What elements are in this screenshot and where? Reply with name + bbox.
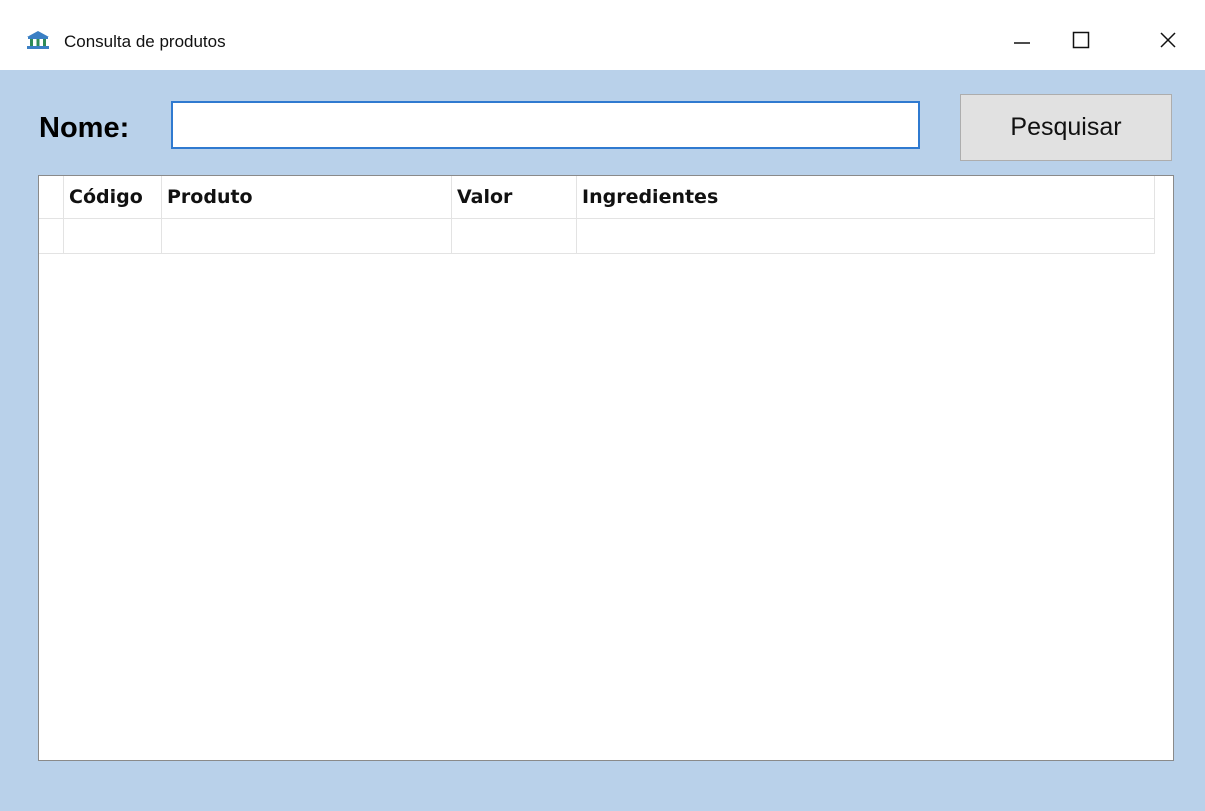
minimize-button[interactable] [998,24,1046,60]
column-header-codigo[interactable]: Código [64,176,162,218]
close-button[interactable] [1144,24,1192,60]
table-row[interactable] [39,219,1155,254]
column-header-produto[interactable]: Produto [162,176,452,218]
close-icon [1158,30,1178,55]
cell-ingredientes[interactable] [577,219,1155,253]
products-grid[interactable]: Código Produto Valor Ingredientes [38,175,1174,761]
nome-label: Nome: [39,112,130,144]
column-header-ingredientes[interactable]: Ingredientes [577,176,1155,218]
grid-corner-header[interactable] [39,176,64,218]
maximize-button[interactable] [1057,24,1105,60]
cell-valor[interactable] [452,219,577,253]
window-title: Consulta de produtos [64,32,226,51]
maximize-icon [1071,30,1091,55]
bank-icon [26,30,50,50]
form-client-area: Nome: Pesquisar Código Produto Valor Ing… [0,70,1205,811]
minimize-icon [1012,30,1032,55]
column-header-valor[interactable]: Valor [452,176,577,218]
title-bar[interactable]: Consulta de produtos [0,0,1205,70]
cell-produto[interactable] [162,219,452,253]
cell-codigo[interactable] [64,219,162,253]
nome-input[interactable] [171,101,920,149]
grid-header-row: Código Produto Valor Ingredientes [39,176,1155,219]
pesquisar-button[interactable]: Pesquisar [960,94,1172,161]
app-window: Consulta de produtos Nome: Pesquisar Cód… [0,0,1205,811]
row-header-cell[interactable] [39,219,64,253]
